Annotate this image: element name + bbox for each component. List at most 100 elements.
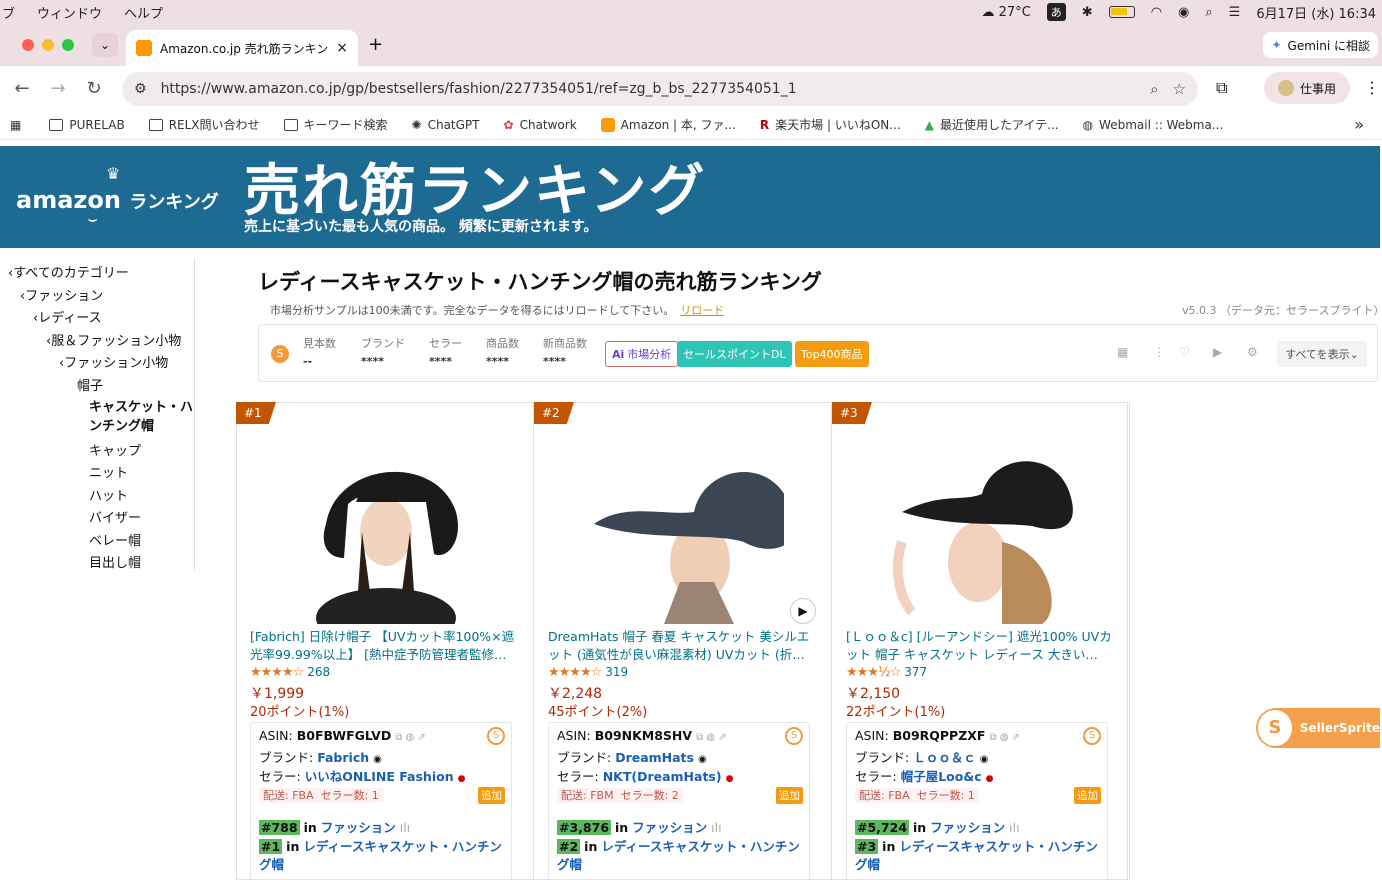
product-image[interactable] [286, 432, 486, 624]
brand-link[interactable]: Fabrich [317, 750, 369, 765]
bookmark-purelab[interactable]: PURELAB [49, 118, 125, 132]
sidebar-item-hats[interactable]: 帽子 [77, 375, 103, 394]
settings-gear-icon[interactable]: ⚙ [1247, 345, 1258, 359]
url-text[interactable]: https://www.amazon.co.jp/gp/bestsellers/… [161, 81, 1137, 97]
sidebar-item-accessories[interactable]: ‹ファッション小物 [59, 352, 168, 371]
sidebar-item-visor[interactable]: バイザー [89, 507, 141, 526]
top400-button[interactable]: Top400商品 [795, 341, 869, 367]
sellersprite-icon[interactable]: S [1083, 727, 1101, 745]
maximize-window-button[interactable] [62, 39, 74, 51]
asin-value[interactable]: B0FBWFGLVD [297, 728, 392, 743]
weather-status[interactable]: ☁ 27°C [982, 5, 1031, 20]
product-image[interactable] [584, 432, 784, 624]
tiktok-icon[interactable]: ◉ [698, 754, 707, 765]
new-tab-button[interactable]: + [368, 34, 383, 55]
add-button[interactable]: 追加 [478, 787, 505, 804]
asin-value[interactable]: B09RQPPZXF [893, 728, 986, 743]
sidebar-item-fashion[interactable]: ‹ファッション [20, 285, 103, 304]
copy-icon[interactable]: ⧉ ◍ ⇗ [989, 732, 1020, 743]
sidebar-item-ladies[interactable]: ‹レディース [33, 307, 102, 326]
sellersprite-icon[interactable]: S [785, 727, 803, 745]
site-info-icon[interactable]: ⚙ [134, 81, 147, 97]
review-count[interactable]: 268 [307, 665, 330, 679]
control-center-icon[interactable]: ☰ [1229, 5, 1241, 20]
seller-link[interactable]: 帽子屋Loo&c [901, 769, 982, 784]
bookmark-chatgpt[interactable]: ✺ ChatGPT [412, 118, 480, 132]
product-title-link[interactable]: DreamHats 帽子 春夏 キャスケット 美シルエット (通気性が良い麻混素… [548, 628, 820, 664]
chart-icon[interactable]: ılı [711, 820, 721, 835]
menu-item-window[interactable]: ウィンドウ [37, 3, 102, 22]
minimize-window-button[interactable] [42, 39, 54, 51]
copy-icon[interactable]: ⧉ ◍ ⇗ [696, 732, 727, 743]
apps-grid-icon[interactable]: ▦ [10, 118, 21, 132]
favorite-heart-icon[interactable]: ♡ [1179, 345, 1190, 359]
more-bookmarks-chevron-icon[interactable]: » [1354, 115, 1364, 134]
review-count[interactable]: 377 [904, 665, 927, 679]
product-title-link[interactable]: [Fabrich] 日除け帽子 【UVカット率100%×遮光率99.99%以上】… [250, 628, 522, 664]
chart-icon[interactable]: ılı [400, 820, 410, 835]
tab-search-chevron-down-icon[interactable]: ⌄ [92, 33, 118, 57]
bluetooth-icon[interactable]: ✱ [1082, 5, 1093, 20]
sidebar-item-beret[interactable]: ベレー帽 [89, 530, 141, 549]
sidebar-item-clothing[interactable]: ‹服＆ファッション小物 [46, 330, 181, 349]
rating-stars[interactable]: ★★★★☆ 319 [548, 665, 628, 680]
add-button[interactable]: 追加 [1074, 787, 1101, 804]
more-options-icon[interactable]: ⋮ [1153, 345, 1165, 359]
extensions-puzzle-icon[interactable]: ⧉ [1216, 78, 1227, 98]
sales-points-download-button[interactable]: セールスポイントDL [677, 341, 792, 367]
battery-icon[interactable] [1108, 6, 1135, 18]
play-video-icon[interactable]: ▶ [790, 598, 816, 624]
forward-arrow-icon[interactable]: → [40, 78, 76, 99]
category-link[interactable]: ファッション [632, 820, 707, 835]
rating-stars[interactable]: ★★★★☆ 268 [250, 665, 330, 680]
category-link[interactable]: ファッション [930, 820, 1005, 835]
menu-item-help[interactable]: ヘルプ [124, 3, 163, 22]
bookmark-webmail[interactable]: ◍ Webmail :: Webma... [1083, 118, 1224, 132]
bookmark-drive[interactable]: ▲ 最近使用したアイテ... [925, 116, 1059, 133]
brand-link[interactable]: DreamHats [615, 750, 694, 765]
brand-link[interactable]: Ｌｏｏ＆ｃ [913, 750, 976, 765]
sidebar-item-balaclava[interactable]: 目出し帽 [89, 552, 141, 571]
product-image[interactable] [882, 432, 1082, 624]
ime-indicator[interactable]: あ [1046, 3, 1066, 21]
asin-value[interactable]: B09NKM8SHV [595, 728, 692, 743]
seller-link[interactable]: NKT(DreamHats) [603, 769, 722, 784]
tab-close-icon[interactable]: × [336, 40, 348, 56]
reload-link[interactable]: リロード [680, 304, 724, 317]
browser-tab-active[interactable]: Amazon.co.jp 売れ筋ランキング × [126, 30, 358, 66]
copy-icon[interactable]: ⧉ ◍ ⇗ [395, 732, 426, 743]
bookmark-keyword[interactable]: キーワード検索 [283, 116, 388, 133]
profile-button[interactable]: 仕事用 [1264, 72, 1351, 104]
user-icon[interactable]: ◉ [1178, 5, 1189, 20]
category-link[interactable]: ファッション [321, 820, 396, 835]
market-analysis-button[interactable]: Ai 市場分析 [605, 341, 679, 367]
sidebar-item-all-categories[interactable]: ‹すべてのカテゴリー [8, 262, 129, 281]
gemini-button[interactable]: ✦ Gemini に相談 [1263, 32, 1378, 58]
bookmark-amazon[interactable]: Amazon | 本, ファ... [600, 116, 736, 133]
menubar-clock[interactable]: 6月17日 (水) 16:34 [1256, 3, 1376, 22]
add-button[interactable]: 追加 [776, 787, 803, 804]
sidebar-item-hat[interactable]: ハット [89, 485, 128, 504]
video-icon[interactable]: ▶ [1213, 345, 1222, 359]
grid-view-icon[interactable]: ▦ [1117, 345, 1128, 359]
sellersprite-icon[interactable]: S [487, 727, 505, 745]
bookmark-star-icon[interactable]: ☆ [1173, 80, 1186, 98]
amazon-ranking-logo[interactable]: ♛ amazon ランキング ⌣ [16, 164, 219, 228]
address-bar[interactable]: ⚙ https://www.amazon.co.jp/gp/bestseller… [122, 72, 1198, 106]
wifi-icon[interactable]: ◠ [1151, 5, 1162, 20]
sidebar-item-knit[interactable]: ニット [89, 462, 128, 481]
chart-icon[interactable]: ılı [1009, 820, 1019, 835]
seller-link[interactable]: いいねONLINE Fashion [305, 769, 454, 784]
bookmark-relx[interactable]: RELX問い合わせ [148, 116, 260, 133]
reload-icon[interactable]: ↻ [76, 78, 112, 99]
back-arrow-icon[interactable]: ← [4, 78, 40, 99]
rating-stars[interactable]: ★★★½☆ 377 [846, 665, 927, 680]
spotlight-search-icon[interactable]: ⌕ [1205, 5, 1212, 20]
sellersprite-floating-button[interactable]: S SellerSprite [1256, 708, 1380, 748]
show-all-dropdown[interactable]: すべてを表示 ⌄ [1277, 341, 1367, 367]
tiktok-icon[interactable]: ◉ [980, 754, 989, 765]
bookmark-rakuten[interactable]: R 楽天市場 | いいねON... [760, 116, 901, 133]
zoom-search-icon[interactable]: ⌕ [1150, 80, 1158, 98]
review-count[interactable]: 319 [605, 665, 628, 679]
product-title-link[interactable]: [Ｌｏｏ＆c] [ルーアンドシー] 遮光100% UVカット 帽子 キャスケット… [846, 628, 1118, 664]
